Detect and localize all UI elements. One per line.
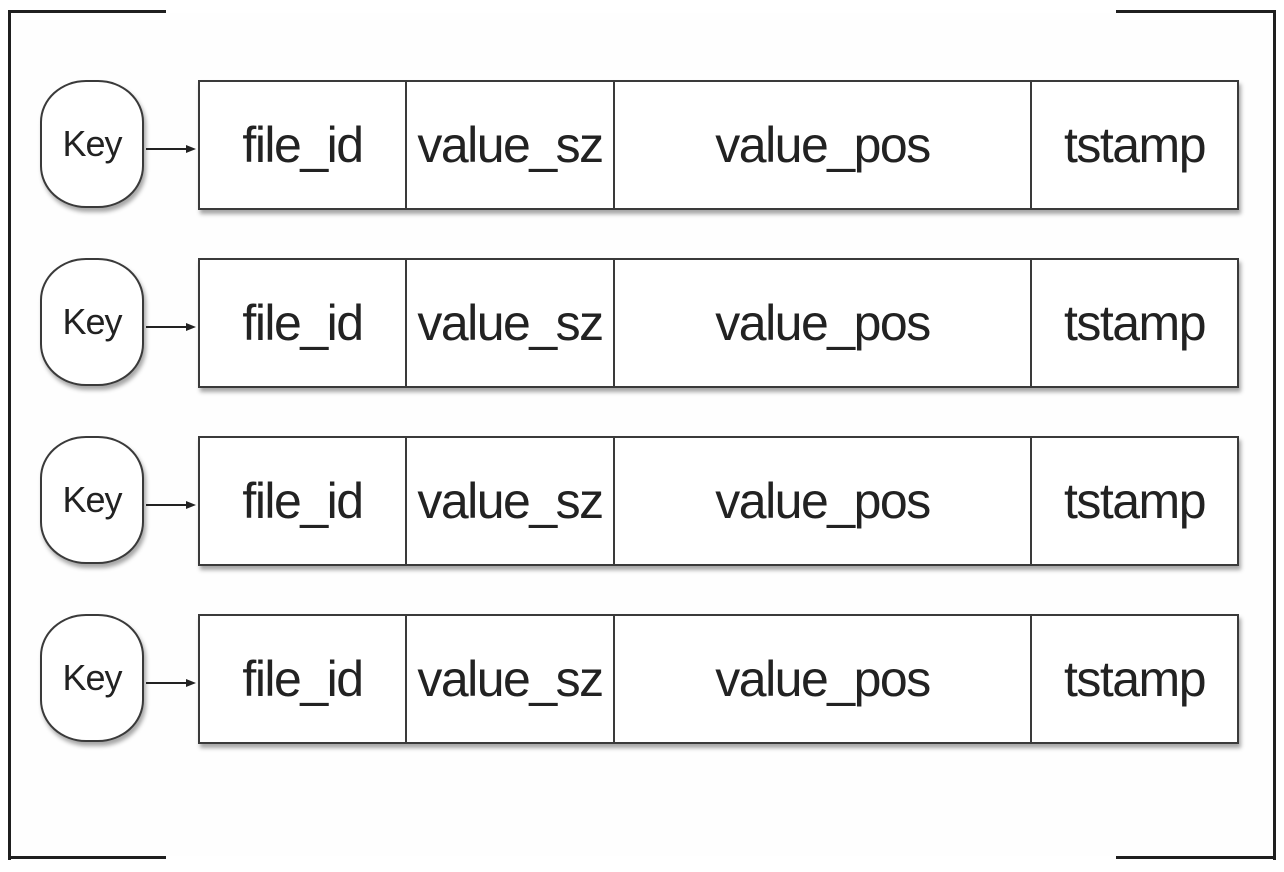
field-value-pos: value_pos <box>615 616 1032 742</box>
diagram-frame: Key file_id value_sz value_pos tstamp Ke… <box>0 0 1284 872</box>
field-value-sz: value_sz <box>407 82 615 208</box>
field-file-id: file_id <box>200 82 407 208</box>
keydir-entry: Key file_id value_sz value_pos tstamp <box>40 258 1240 390</box>
frame-corner <box>8 10 166 13</box>
keydir-entry: Key file_id value_sz value_pos tstamp <box>40 80 1240 212</box>
field-value-pos: value_pos <box>615 438 1032 564</box>
field-value-pos: value_pos <box>615 260 1032 386</box>
field-tstamp: tstamp <box>1063 295 1207 351</box>
frame-corner <box>8 10 11 860</box>
field-file-id: file_id <box>200 438 407 564</box>
keydir-entry: Key file_id value_sz value_pos tstamp <box>40 614 1240 746</box>
keydir-entries: Key file_id value_sz value_pos tstamp Ke… <box>40 80 1240 792</box>
keydir-entry: Key file_id value_sz value_pos tstamp <box>40 436 1240 568</box>
key-node: Key <box>40 436 144 564</box>
field-value-sz: value_sz <box>407 260 615 386</box>
field-value-pos: value_pos <box>615 82 1032 208</box>
field-value-sz: value_sz <box>407 438 615 564</box>
field-file-id: file_id <box>200 616 407 742</box>
field-tstamp: tstamp <box>1063 473 1207 529</box>
entry-record: file_id value_sz value_pos tstamp <box>198 436 1239 566</box>
frame-corner <box>8 856 166 859</box>
frame-corner <box>1116 856 1276 859</box>
key-node: Key <box>40 258 144 386</box>
frame-corner <box>1273 10 1276 860</box>
entry-record: file_id value_sz value_pos tstamp <box>198 258 1239 388</box>
entry-record: file_id value_sz value_pos tstamp <box>198 614 1239 744</box>
key-node: Key <box>40 80 144 208</box>
entry-record: file_id value_sz value_pos tstamp <box>198 80 1239 210</box>
key-node: Key <box>40 614 144 742</box>
field-value-sz: value_sz <box>407 616 615 742</box>
field-tstamp: tstamp <box>1063 651 1207 707</box>
field-file-id: file_id <box>200 260 407 386</box>
frame-corner <box>1116 10 1276 13</box>
field-tstamp: tstamp <box>1063 117 1207 173</box>
